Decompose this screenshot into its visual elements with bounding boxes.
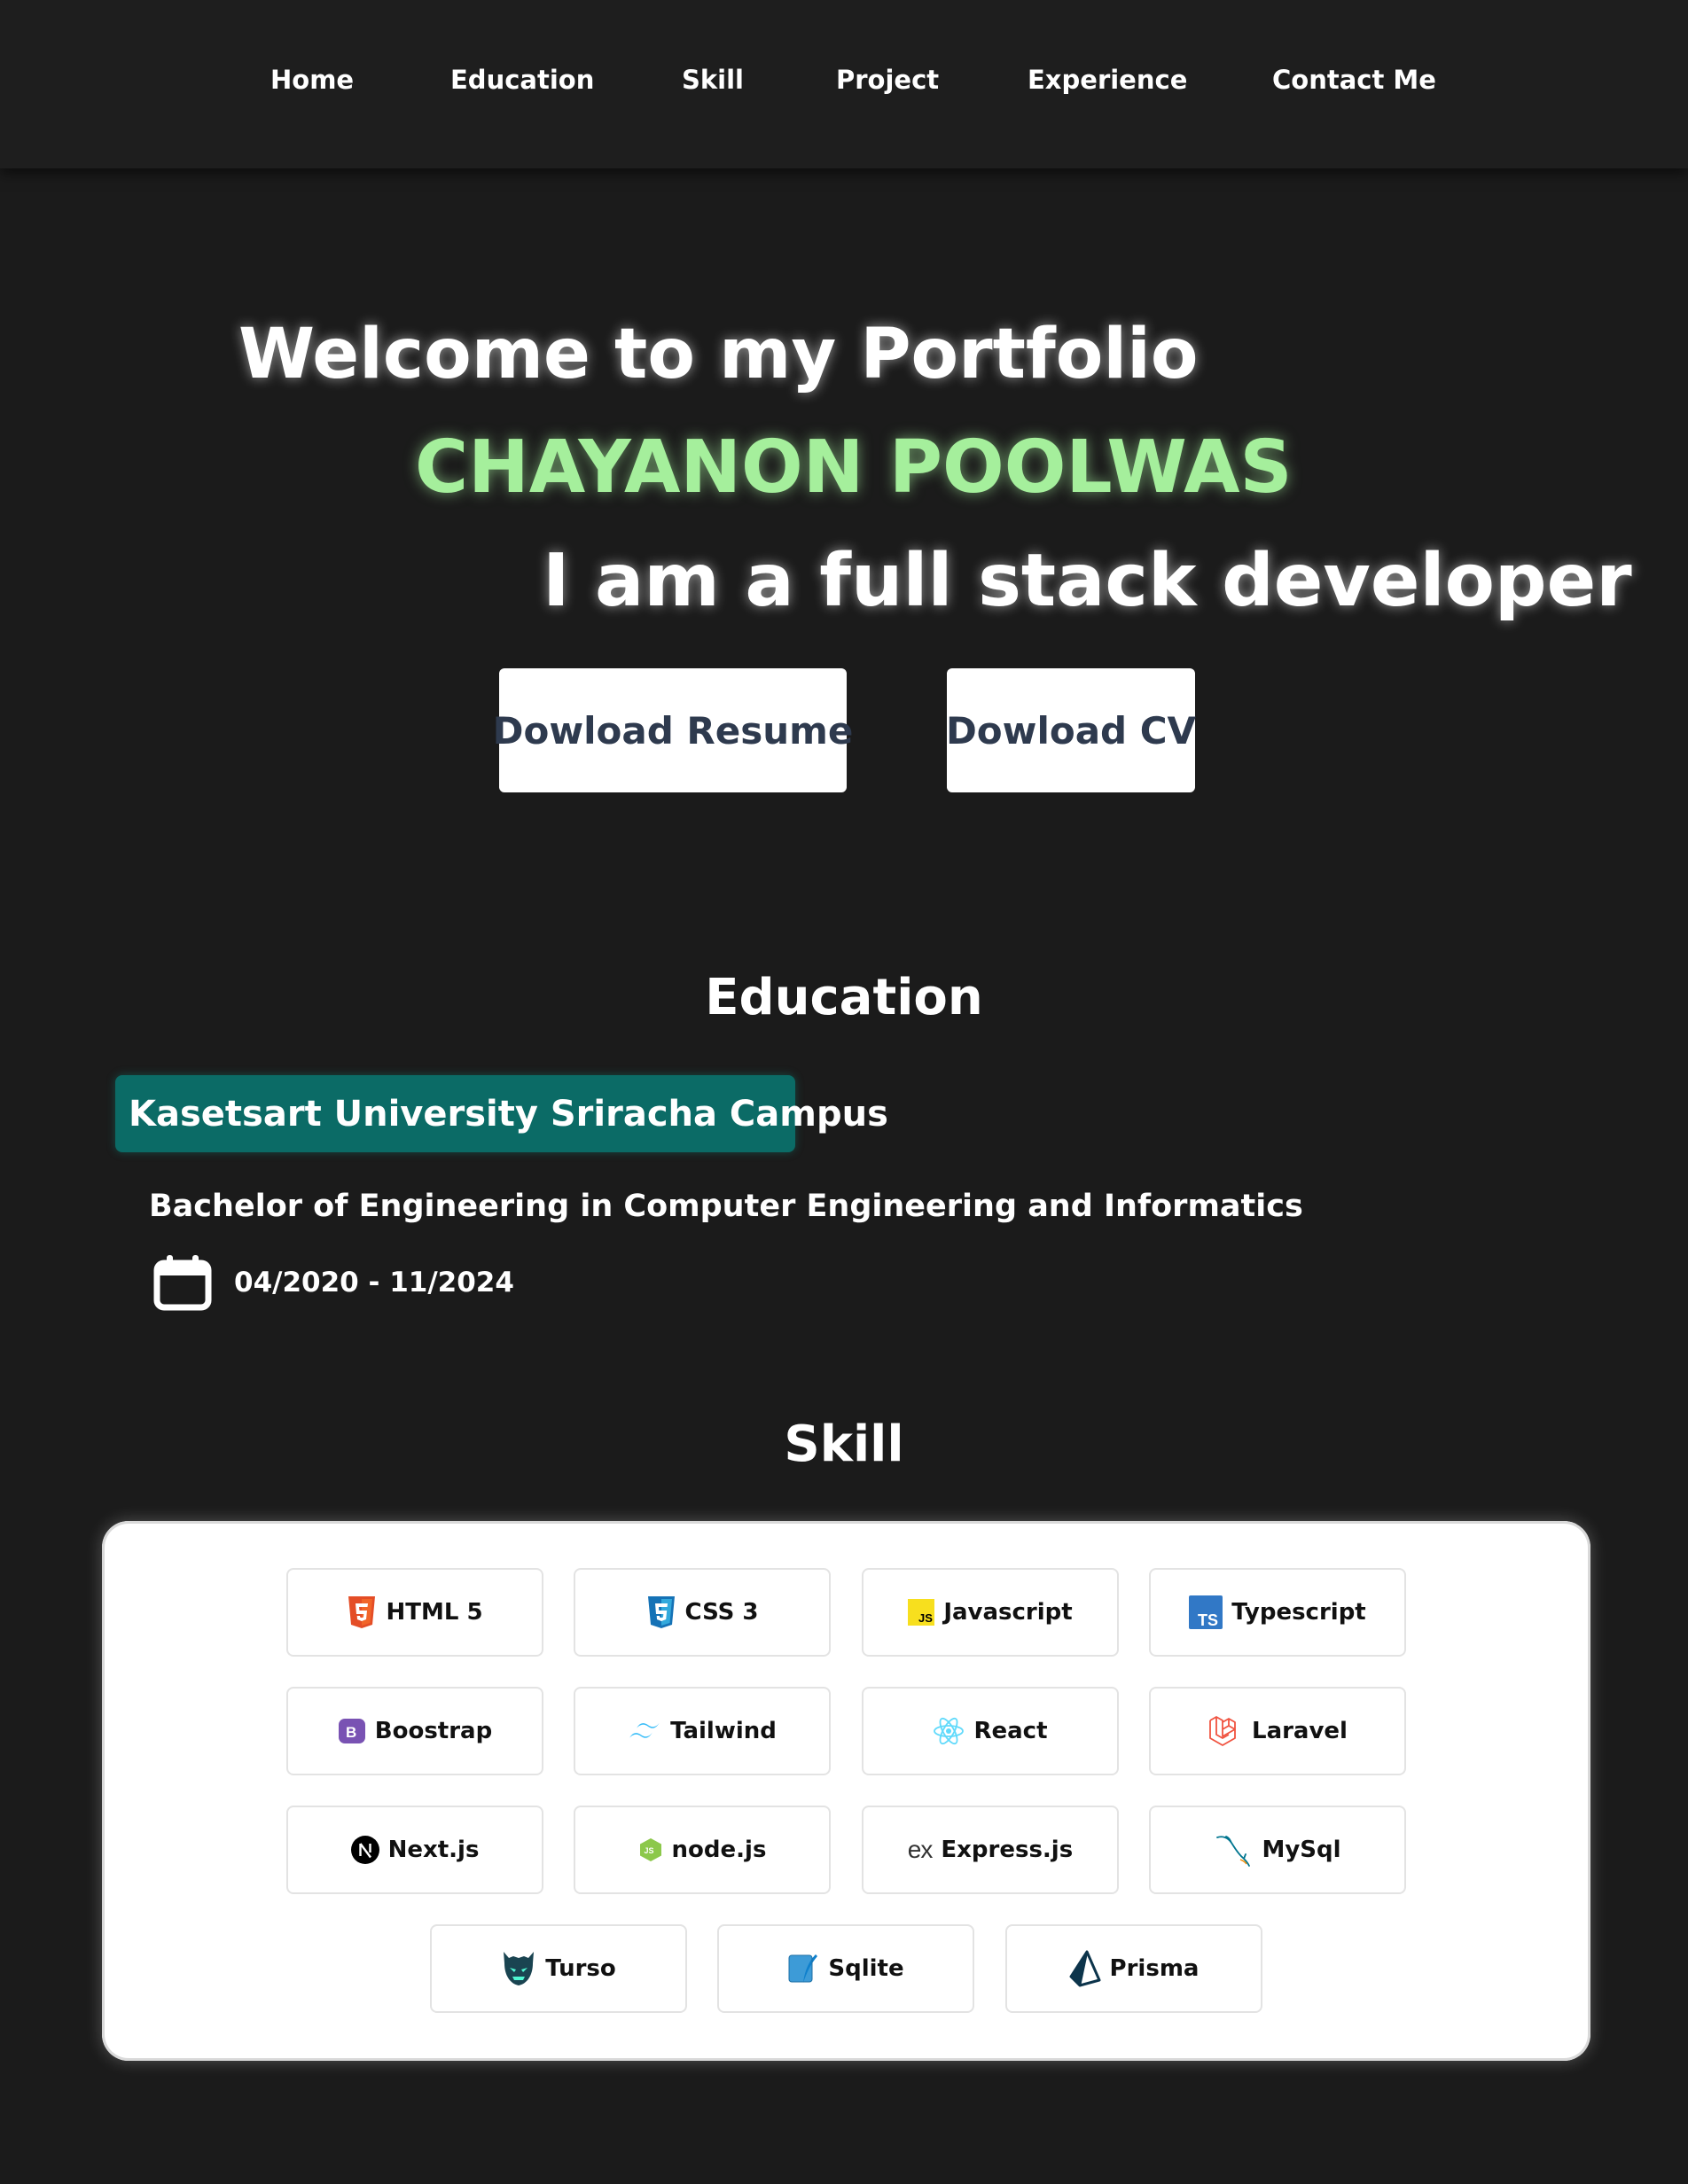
degree-text: Bachelor of Engineering in Computer Engi… bbox=[149, 1189, 1303, 1224]
skill-label: Turso bbox=[545, 1955, 616, 1982]
skill-chip-nextjs[interactable]: Next.js bbox=[286, 1806, 543, 1894]
skill-chip-html5[interactable]: HTML 5 bbox=[286, 1568, 543, 1657]
nodejs-icon: JS bbox=[639, 1838, 661, 1861]
skill-label: HTML 5 bbox=[386, 1599, 483, 1626]
skill-chip-prisma[interactable]: Prisma bbox=[1005, 1924, 1262, 2013]
skill-label: Tailwind bbox=[670, 1718, 777, 1744]
javascript-icon: JS bbox=[908, 1599, 935, 1626]
hero-welcome-heading: Welcome to my Portfolio bbox=[238, 315, 1199, 394]
css3-icon bbox=[647, 1596, 675, 1628]
nav-education[interactable]: Education bbox=[450, 65, 594, 95]
react-icon bbox=[934, 1717, 965, 1745]
education-section-title: Education bbox=[705, 969, 983, 1026]
skill-label: MySql bbox=[1262, 1837, 1341, 1863]
skill-label: Typescript bbox=[1231, 1599, 1366, 1626]
typescript-icon: TS bbox=[1189, 1595, 1223, 1629]
skill-chip-nodejs[interactable]: JS node.js bbox=[574, 1806, 831, 1894]
skill-label: Prisma bbox=[1109, 1955, 1200, 1982]
mysql-icon bbox=[1216, 1836, 1251, 1867]
turso-icon bbox=[504, 1952, 535, 1985]
skill-chip-bootstrap[interactable]: B Boostrap bbox=[286, 1687, 543, 1775]
skill-chip-turso[interactable]: Turso bbox=[430, 1924, 687, 2013]
skill-label: Boostrap bbox=[374, 1718, 493, 1744]
prisma-icon bbox=[1069, 1950, 1101, 1987]
skill-chip-css3[interactable]: CSS 3 bbox=[574, 1568, 831, 1657]
university-badge: Kasetsart University Sriracha Campus bbox=[115, 1075, 888, 1152]
education-dates: 04/2020 - 11/2024 bbox=[234, 1267, 514, 1299]
skill-label: CSS 3 bbox=[684, 1599, 759, 1626]
skill-label: Laravel bbox=[1252, 1718, 1348, 1744]
skill-label: node.js bbox=[671, 1837, 767, 1863]
svg-text:TS: TS bbox=[1198, 1611, 1218, 1629]
skill-label: Express.js bbox=[941, 1837, 1074, 1863]
hero-role-heading: I am a full stack developer bbox=[543, 539, 1632, 623]
skill-chip-sqlite[interactable]: Sqlite bbox=[717, 1924, 974, 2013]
skill-label: Javascript bbox=[943, 1599, 1073, 1626]
skill-chip-react[interactable]: React bbox=[862, 1687, 1119, 1775]
nav-home[interactable]: Home bbox=[270, 65, 354, 95]
calendar-icon bbox=[153, 1255, 212, 1311]
download-cv-button[interactable]: Dowload CV bbox=[946, 668, 1196, 792]
skill-chip-mysql[interactable]: MySql bbox=[1149, 1806, 1406, 1894]
nav-skill[interactable]: Skill bbox=[682, 65, 744, 95]
download-resume-button[interactable]: Dowload Resume bbox=[493, 668, 853, 792]
bootstrap-icon: B bbox=[338, 1719, 365, 1743]
skill-chip-javascript[interactable]: JS Javascript bbox=[862, 1568, 1119, 1657]
top-navbar: Home Education Skill Project Experience … bbox=[0, 0, 1688, 168]
skills-card: HTML 5 CSS 3 JS Javascript TS Typescript… bbox=[102, 1521, 1590, 2061]
skill-chip-express[interactable]: ex Express.js bbox=[862, 1806, 1119, 1894]
html5-icon bbox=[348, 1596, 376, 1628]
skill-chip-typescript[interactable]: TS Typescript bbox=[1149, 1568, 1406, 1657]
skill-chip-laravel[interactable]: Laravel bbox=[1149, 1687, 1406, 1775]
laravel-icon bbox=[1209, 1716, 1236, 1746]
skill-label: Next.js bbox=[387, 1837, 480, 1863]
nav-contact-me[interactable]: Contact Me bbox=[1272, 65, 1436, 95]
tailwind-icon bbox=[629, 1722, 660, 1738]
hero-name-heading: CHAYANON POOLWAS bbox=[415, 425, 1293, 510]
skill-label: Sqlite bbox=[828, 1955, 904, 1982]
nav-experience[interactable]: Experience bbox=[1028, 65, 1187, 95]
skill-label: React bbox=[973, 1718, 1048, 1744]
svg-text:B: B bbox=[346, 1724, 356, 1741]
express-icon: ex bbox=[907, 1836, 934, 1863]
nextjs-icon bbox=[350, 1836, 379, 1864]
skill-chip-tailwind[interactable]: Tailwind bbox=[574, 1687, 831, 1775]
svg-text:JS: JS bbox=[918, 1611, 933, 1625]
svg-text:JS: JS bbox=[644, 1846, 653, 1855]
sqlite-icon bbox=[788, 1954, 818, 1983]
skill-section-title: Skill bbox=[784, 1416, 904, 1473]
nav-project[interactable]: Project bbox=[836, 65, 939, 95]
